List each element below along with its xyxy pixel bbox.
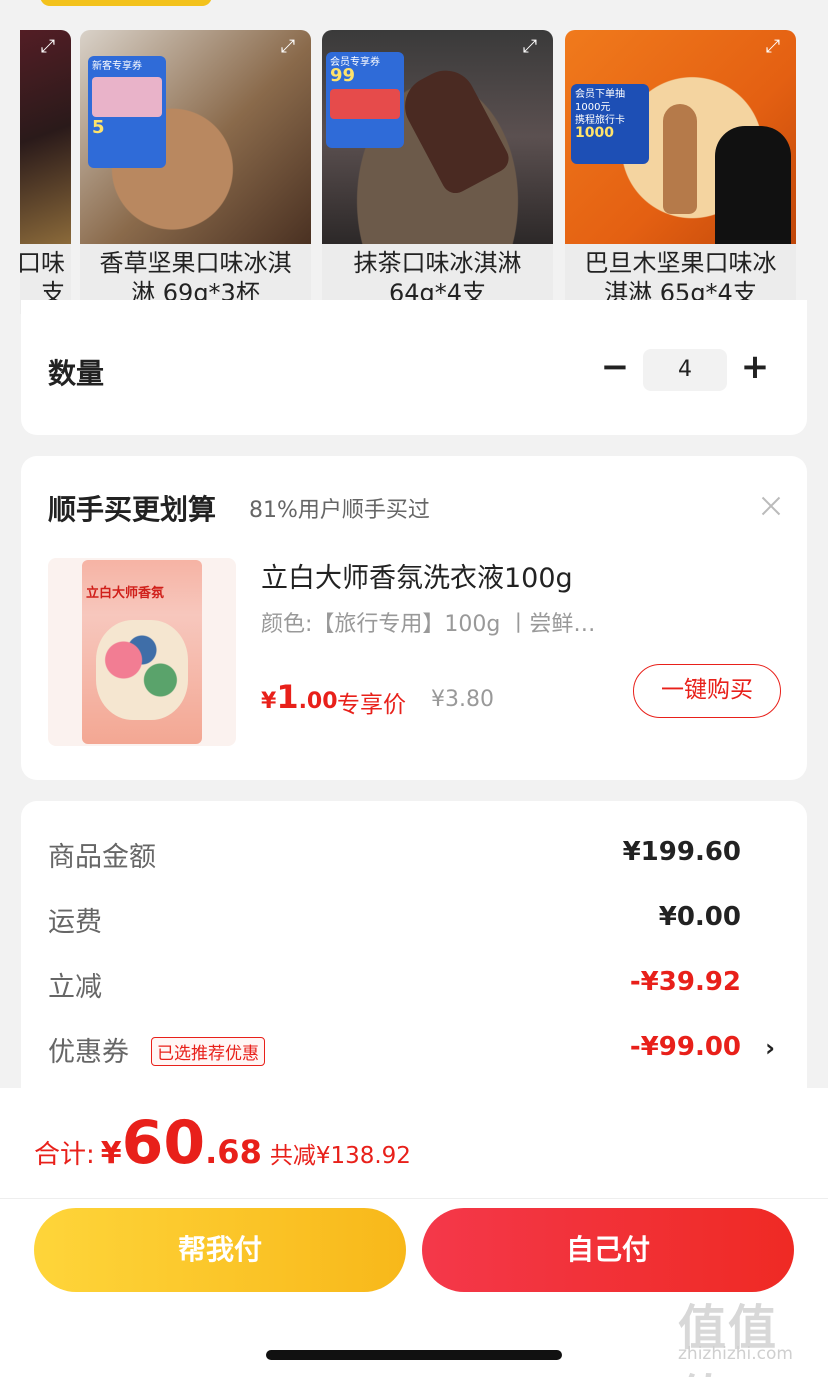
one-click-buy-button[interactable]: 一键购买: [633, 664, 781, 718]
pack-brand: 立白大师香氛: [86, 586, 165, 601]
endorser-figure: [715, 126, 791, 244]
expand-icon[interactable]: ⤢: [37, 36, 59, 58]
summary-label: 立减: [48, 972, 102, 1003]
variant-label: 巴旦木坚果口味冰 淇淋 65g*4支: [584, 249, 777, 307]
variant-image: [20, 30, 71, 244]
addon-stat: 81%用户顺手买过: [249, 498, 430, 523]
close-icon[interactable]: [759, 494, 783, 518]
promo-badge: 会员专享券 99: [326, 52, 404, 148]
self-pay-button[interactable]: 自己付: [422, 1208, 794, 1292]
total-saving: 共减¥138.92: [269, 1143, 411, 1169]
promo-badge: 新客专享券 5: [88, 56, 166, 168]
detergent-pack: 立白大师香氛: [82, 560, 202, 744]
total-amount: 合计: ¥60.68 共减¥138.92: [34, 1108, 411, 1178]
summary-row: 商品金额 ¥199.60: [48, 835, 741, 875]
addon-price: ¥1.00: [261, 678, 338, 716]
coupon-badge: 已选推荐优惠: [151, 1037, 265, 1066]
ice-cream-bar: [663, 104, 697, 214]
coupon-row[interactable]: 优惠券 已选推荐优惠 -¥99.00: [48, 1030, 741, 1070]
help-me-pay-button[interactable]: 帮我付: [34, 1208, 406, 1292]
variant-card[interactable]: 会员专享券 99 ⤢ 抹茶口味冰淇淋 64g*4支: [322, 30, 553, 314]
variant-card[interactable]: ⤢ 口味 支: [20, 30, 71, 314]
variant-label: 抹茶口味冰淇淋 64g*4支: [353, 249, 522, 307]
variant-image: 会员专享券 99: [322, 30, 553, 244]
checkout-bar: 合计:¥60.68共减¥138.92 帮我付 自己付 值值值 zhizhizhi…: [0, 1088, 828, 1377]
variant-image: 新客专享券 5: [80, 30, 311, 244]
quantity-increase-button[interactable]: +: [737, 347, 773, 387]
addon-title: 顺手买更划算: [48, 493, 217, 526]
summary-value: ¥199.60: [622, 837, 741, 867]
summary-label: 运费: [48, 907, 102, 938]
top-scroll-stub: [40, 0, 212, 6]
variant-image: 会员下单抽1000元 携程旅行卡 1000: [565, 30, 796, 244]
watermark-logo: 值值值 zhizhizhi.com: [678, 1300, 793, 1377]
expand-icon[interactable]: ⤢: [762, 36, 784, 58]
summary-label: 优惠券: [48, 1037, 129, 1068]
variant-card[interactable]: 新客专享券 5 ⤢ 香草坚果口味冰淇 淋 69g*3杯: [80, 30, 311, 314]
variant-label: 香草坚果口味冰淇 淋 69g*3杯: [99, 249, 292, 307]
quantity-card: 数量 − 4 +: [21, 300, 807, 435]
pack-illustration: [96, 620, 188, 720]
summary-value: -¥39.92: [629, 967, 741, 997]
variant-carousel[interactable]: ⤢ 口味 支 新客专享券 5 ⤢ 香草坚果口味冰淇 淋 69g*3杯 会员专享券…: [20, 30, 808, 314]
addon-price-tag: 专享价: [337, 692, 406, 718]
divider: [0, 1198, 828, 1199]
ice-cream-bar: [394, 60, 514, 198]
home-indicator[interactable]: [266, 1350, 562, 1360]
quantity-input[interactable]: 4: [643, 349, 727, 391]
variant-card[interactable]: 会员下单抽1000元 携程旅行卡 1000 ⤢ 巴旦木坚果口味冰 淇淋 65g*…: [565, 30, 796, 314]
addon-product-name[interactable]: 立白大师香氛洗衣液100g: [261, 556, 573, 595]
summary-value: -¥99.00: [629, 1032, 741, 1062]
quantity-label: 数量: [48, 357, 105, 390]
summary-label: 商品金额: [48, 842, 156, 873]
summary-row: 运费 ¥0.00: [48, 900, 741, 940]
addon-original-price: ¥3.80: [431, 687, 494, 712]
amount-summary-card: 商品金额 ¥199.60 运费 ¥0.00 立减 -¥39.92 优惠券 已选推…: [21, 801, 807, 1101]
addon-card: 顺手买更划算 81%用户顺手买过 立白大师香氛 立白大师香氛洗衣液100g 颜色…: [21, 456, 807, 780]
expand-icon[interactable]: ⤢: [519, 36, 541, 58]
quantity-decrease-button[interactable]: −: [597, 347, 633, 387]
expand-icon[interactable]: ⤢: [277, 36, 299, 58]
summary-value: ¥0.00: [658, 902, 741, 932]
addon-product-spec[interactable]: 颜色:【旅行专用】100g 丨尝鲜…: [261, 606, 631, 638]
chevron-right-icon[interactable]: ›: [765, 1034, 775, 1062]
promo-badge: 会员下单抽1000元 携程旅行卡 1000: [571, 84, 649, 164]
summary-row: 立减 -¥39.92: [48, 965, 741, 1005]
variant-label: 口味 支: [20, 249, 65, 307]
addon-product-image[interactable]: 立白大师香氛: [48, 558, 236, 746]
